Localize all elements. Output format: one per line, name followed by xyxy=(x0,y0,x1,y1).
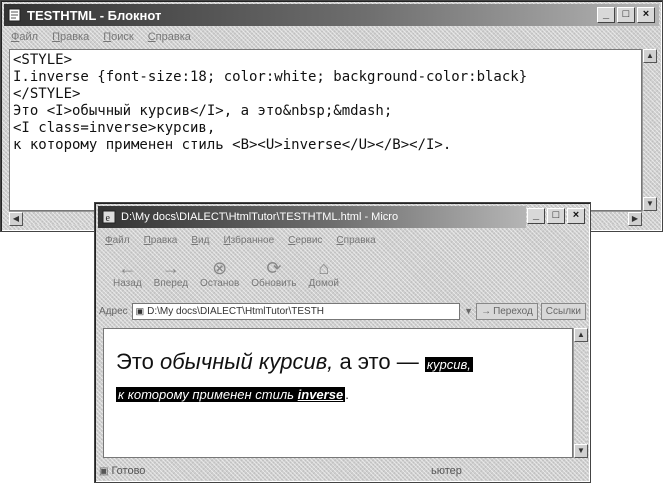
notepad-window: TESTHTML - Блокнот _ □ × Файл Правка Пои… xyxy=(0,0,663,232)
browser-menubar: Файл Правка Вид Избранное Сервис Справка xyxy=(99,231,586,249)
code-line: <STYLE> xyxy=(13,52,73,68)
code-line: <I class=inverse>курсив, xyxy=(13,120,216,136)
code-line: к которому применен стиль <B><U>inverse<… xyxy=(13,137,452,153)
menu-file[interactable]: Файл xyxy=(105,235,130,246)
minimize-icon[interactable]: _ xyxy=(527,208,545,224)
middle-text: а это — xyxy=(339,349,419,374)
rendered-line-2: к которому применен стиль inverse. xyxy=(116,387,349,402)
address-value: D:\My docs\DIALECT\HtmlTutor\TESTH xyxy=(147,305,325,317)
inverse-text-1: курсив, xyxy=(424,357,473,372)
close-icon[interactable]: × xyxy=(637,7,655,23)
notepad-app-icon xyxy=(8,8,21,22)
home-icon: ⌂ xyxy=(318,258,330,278)
forward-button[interactable]: → Вперед xyxy=(154,258,188,289)
browser-window: e D:\My docs\DIALECT\HtmlTutor\TESTHTML.… xyxy=(94,202,591,483)
go-label: Переход xyxy=(493,305,533,317)
notepad-title: TESTHTML - Блокнот xyxy=(27,7,162,23)
scroll-up-icon[interactable]: ▲ xyxy=(643,49,657,63)
notepad-text-area[interactable]: <STYLE> I.inverse {font-size:18; color:w… xyxy=(9,49,642,211)
close-icon[interactable]: × xyxy=(567,208,585,224)
inverse-text-2: к которому применен стиль inverse xyxy=(116,387,346,402)
scroll-left-icon[interactable]: ◀ xyxy=(9,212,23,226)
forward-arrow-icon: → xyxy=(161,258,180,278)
address-input[interactable]: ▣ D:\My docs\DIALECT\HtmlTutor\TESTH xyxy=(131,302,461,320)
maximize-icon[interactable]: □ xyxy=(547,208,565,224)
address-bar: Адрес ▣ D:\My docs\DIALECT\HtmlTutor\TES… xyxy=(99,300,586,322)
stop-icon: ⊗ xyxy=(212,258,228,278)
status-zone: ьютер xyxy=(431,465,462,477)
browser-vertical-scrollbar[interactable]: ▲ ▼ xyxy=(573,328,588,458)
trailing-period: . xyxy=(345,387,349,402)
forward-label: Вперед xyxy=(153,278,189,289)
scroll-right-icon[interactable]: ▶ xyxy=(628,212,642,226)
page-icon: ▣ xyxy=(135,305,145,316)
scroll-down-icon[interactable]: ▼ xyxy=(643,197,657,211)
links-label: Ссылки xyxy=(545,305,581,317)
inverse-bold-text: inverse xyxy=(297,387,344,402)
maximize-icon[interactable]: □ xyxy=(617,7,635,23)
links-button[interactable]: Ссылки xyxy=(540,302,586,320)
dropdown-icon[interactable]: ▼ xyxy=(464,306,473,316)
home-button[interactable]: ⌂ Домой xyxy=(309,258,339,289)
refresh-icon: ⟳ xyxy=(266,258,282,278)
go-button[interactable]: → Переход xyxy=(476,302,538,320)
stop-label: Останов xyxy=(200,278,240,289)
rendered-line-1: Это обычный курсив, а это — курсив, xyxy=(116,349,473,375)
browser-statusbar: ▣ Готово ьютер xyxy=(99,461,586,481)
inverse-line-text: к которому применен стиль xyxy=(118,387,295,402)
address-label: Адрес xyxy=(99,305,128,317)
code-line: </STYLE> xyxy=(13,86,81,102)
italic-text: обычный курсив, xyxy=(160,349,334,374)
notepad-vertical-scrollbar[interactable]: ▲ ▼ xyxy=(642,49,657,211)
back-arrow-icon: ← xyxy=(118,258,137,278)
page-viewport[interactable]: Это обычный курсив, а это — курсив, к ко… xyxy=(103,328,573,458)
menu-help[interactable]: Справка xyxy=(148,31,191,43)
status-ready: Готово xyxy=(111,465,146,477)
home-label: Домой xyxy=(308,278,340,289)
refresh-label: Обновить xyxy=(251,278,297,289)
minimize-icon[interactable]: _ xyxy=(597,7,615,23)
svg-text:e: e xyxy=(106,213,111,224)
scroll-down-icon[interactable]: ▼ xyxy=(574,444,588,458)
menu-tools[interactable]: Сервис xyxy=(288,235,322,246)
back-button[interactable]: ← Назад xyxy=(113,258,142,289)
menu-view[interactable]: Вид xyxy=(191,235,209,246)
back-label: Назад xyxy=(113,278,142,289)
notepad-menubar: Файл Правка Поиск Справка xyxy=(5,28,658,46)
go-arrow-icon: → xyxy=(481,305,492,317)
ie-app-icon: e xyxy=(102,210,116,224)
notepad-titlebar[interactable]: TESTHTML - Блокнот xyxy=(4,4,659,26)
scroll-up-icon[interactable]: ▲ xyxy=(574,328,588,342)
browser-titlebar[interactable]: e D:\My docs\DIALECT\HtmlTutor\TESTHTML.… xyxy=(98,206,526,228)
browser-toolbar: ← Назад → Вперед ⊗ Останов ⟳ Обновить ⌂ … xyxy=(99,251,586,289)
refresh-button[interactable]: ⟳ Обновить xyxy=(251,258,296,289)
menu-search[interactable]: Поиск xyxy=(103,31,133,43)
menu-help[interactable]: Справка xyxy=(336,235,375,246)
browser-title: D:\My docs\DIALECT\HtmlTutor\TESTHTML.ht… xyxy=(121,211,399,223)
menu-favorites[interactable]: Избранное xyxy=(223,235,274,246)
code-line: Это <I>обычный курсив</I>, а это&nbsp;&m… xyxy=(13,103,393,119)
code-line: I.inverse {font-size:18; color:white; ba… xyxy=(13,69,528,85)
menu-file[interactable]: Файл xyxy=(11,31,38,43)
normal-text: Это xyxy=(116,349,154,374)
status-page-icon: ▣ xyxy=(99,465,109,477)
menu-edit[interactable]: Правка xyxy=(52,31,89,43)
menu-edit[interactable]: Правка xyxy=(144,235,178,246)
stop-button[interactable]: ⊗ Останов xyxy=(200,258,239,289)
